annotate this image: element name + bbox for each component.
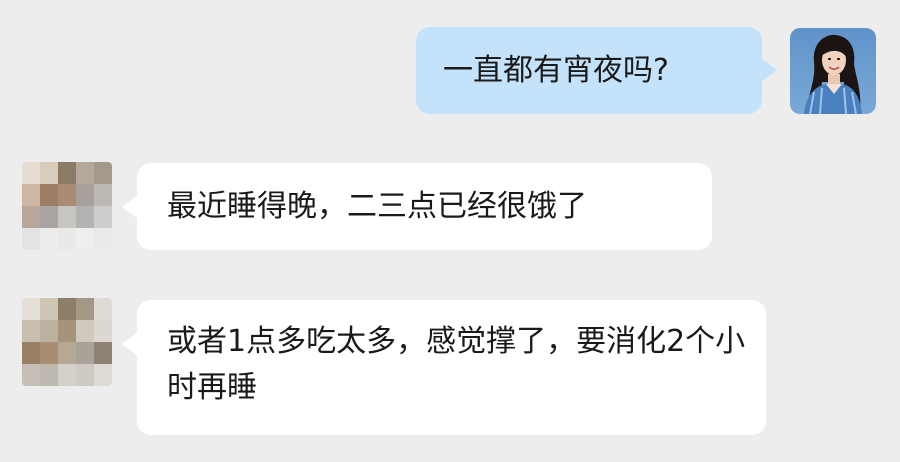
mosaic-cell — [40, 320, 58, 342]
mosaic-cell — [40, 298, 58, 320]
mosaic-cell — [94, 342, 112, 364]
mosaic-cell — [94, 320, 112, 342]
mosaic-cell — [76, 162, 94, 184]
mosaic-cell — [94, 298, 112, 320]
mosaic-cell — [76, 364, 94, 386]
mosaic-cell — [58, 184, 76, 206]
mosaic-cell — [94, 228, 112, 250]
mosaic-cell — [22, 298, 40, 320]
incoming-message-bubble[interactable]: 或者1点多吃太多，感觉撑了，要消化2个小时再睡 — [122, 300, 766, 435]
outgoing-message-bubble[interactable]: 一直都有宵夜吗? — [416, 27, 777, 114]
mosaic-cell — [22, 342, 40, 364]
mosaic-cell — [40, 206, 58, 228]
mosaic-cell — [58, 364, 76, 386]
mosaic-cell — [76, 298, 94, 320]
mosaic-cell — [40, 364, 58, 386]
mosaic-cell — [76, 206, 94, 228]
mosaic-cell — [22, 184, 40, 206]
mosaic-cell — [22, 228, 40, 250]
mosaic-cell — [94, 206, 112, 228]
mosaic-cell — [94, 184, 112, 206]
mosaic-cell — [58, 228, 76, 250]
mosaic-cell — [22, 162, 40, 184]
message-text: 或者1点多吃太多，感觉撑了，要消化2个小时再睡 — [167, 324, 746, 405]
message-text: 一直都有宵夜吗? — [443, 52, 669, 88]
mosaic-cell — [58, 162, 76, 184]
self-avatar[interactable] — [790, 28, 876, 114]
mosaic-cell — [40, 184, 58, 206]
mosaic-cell — [76, 184, 94, 206]
mosaic-cell — [40, 342, 58, 364]
contact-avatar[interactable] — [22, 162, 112, 250]
mosaic-cell — [58, 298, 76, 320]
mosaic-cell — [94, 162, 112, 184]
mosaic-cell — [22, 320, 40, 342]
mosaic-cell — [58, 206, 76, 228]
mosaic-cell — [58, 342, 76, 364]
mosaic-cell — [22, 364, 40, 386]
mosaic-cell — [76, 342, 94, 364]
mosaic-cell — [58, 320, 76, 342]
mosaic-cell — [94, 364, 112, 386]
mosaic-cell — [40, 162, 58, 184]
mosaic-cell — [22, 206, 40, 228]
mosaic-cell — [76, 228, 94, 250]
user-photo-icon — [790, 28, 876, 114]
mosaic-cell — [40, 228, 58, 250]
contact-avatar[interactable] — [22, 298, 112, 386]
message-text: 最近睡得晚，二三点已经很饿了 — [167, 188, 587, 224]
incoming-message-bubble[interactable]: 最近睡得晚，二三点已经很饿了 — [122, 163, 712, 250]
mosaic-cell — [76, 320, 94, 342]
